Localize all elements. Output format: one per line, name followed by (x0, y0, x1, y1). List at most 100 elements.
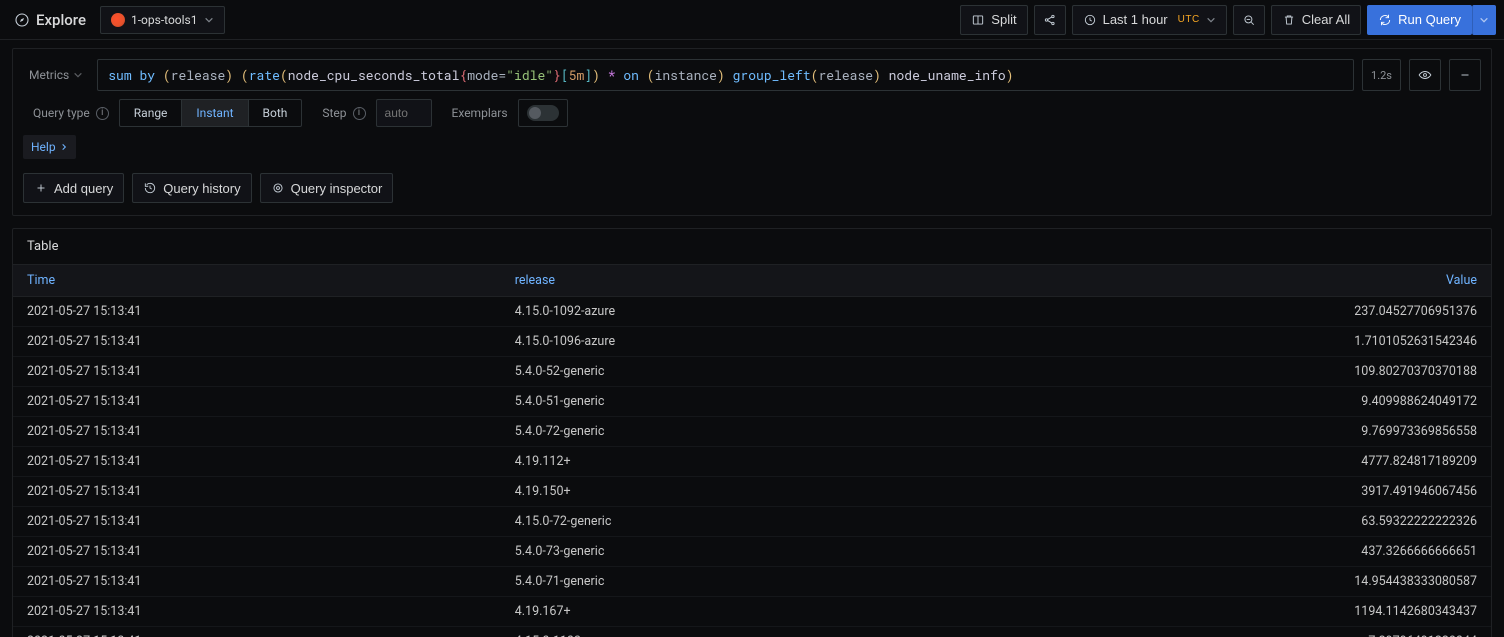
table-row[interactable]: 2021-05-27 15:13:414.19.112+4777.8248171… (13, 447, 1491, 477)
run-query-button[interactable]: Run Query (1367, 5, 1472, 35)
exemplars-toggle[interactable] (518, 99, 568, 127)
cell-time: 2021-05-27 15:13:41 (13, 567, 501, 597)
cell-time: 2021-05-27 15:13:41 (13, 387, 501, 417)
query-editor-panel: Metrics sum by (release) (rate(node_cpu_… (12, 48, 1492, 216)
eye-icon (1418, 68, 1432, 82)
cell-time: 2021-05-27 15:13:41 (13, 417, 501, 447)
history-icon (143, 181, 157, 195)
info-icon[interactable]: i (353, 107, 366, 120)
add-query-button[interactable]: Add query (23, 173, 124, 203)
cell-value: 1.7101052631542346 (988, 327, 1491, 357)
minus-icon (1458, 68, 1472, 82)
cell-value: 1194.1142680343437 (988, 597, 1491, 627)
cell-release: 4.15.0-1096-azure (501, 327, 989, 357)
table-row[interactable]: 2021-05-27 15:13:415.4.0-71-generic14.95… (13, 567, 1491, 597)
inspector-icon (271, 181, 285, 195)
table-panel: Table Time release Value 2021-05-27 15:1… (12, 228, 1492, 637)
eye-toggle-button[interactable] (1409, 59, 1441, 91)
cell-release: 4.15.0-1103-azure (501, 627, 989, 637)
exemplars-label: Exemplars (442, 99, 518, 127)
clear-all-button[interactable]: Clear All (1271, 5, 1361, 35)
cell-value: 9.409988624049172 (988, 387, 1491, 417)
cell-release: 5.4.0-73-generic (501, 537, 989, 567)
cell-release: 5.4.0-51-generic (501, 387, 989, 417)
cell-value: 14.954438333080587 (988, 567, 1491, 597)
cell-time: 2021-05-27 15:13:41 (13, 537, 501, 567)
cell-value: 9.769973369856558 (988, 417, 1491, 447)
cell-value: 7.29796491228044 (988, 627, 1491, 637)
cell-time: 2021-05-27 15:13:41 (13, 357, 501, 387)
trash-icon (1282, 13, 1296, 27)
cell-release: 4.19.167+ (501, 597, 989, 627)
plus-icon (34, 181, 48, 195)
query-mode-picker[interactable]: Metrics (23, 68, 89, 82)
cell-value: 63.59322222222326 (988, 507, 1491, 537)
table-row[interactable]: 2021-05-27 15:13:414.19.167+1194.1142680… (13, 597, 1491, 627)
table-row[interactable]: 2021-05-27 15:13:414.15.0-1092-azure237.… (13, 297, 1491, 327)
cell-value: 4777.824817189209 (988, 447, 1491, 477)
cell-release: 4.19.150+ (501, 477, 989, 507)
datasource-name: 1-ops-tools1 (131, 13, 198, 27)
cell-release: 4.15.0-72-generic (501, 507, 989, 537)
time-range-picker[interactable]: Last 1 hour UTC (1072, 5, 1227, 35)
table-title: Table (13, 229, 1491, 265)
columns-icon (971, 13, 985, 27)
utc-badge: UTC (1178, 14, 1200, 25)
cell-time: 2021-05-27 15:13:41 (13, 447, 501, 477)
table-row[interactable]: 2021-05-27 15:13:414.19.150+3917.4919460… (13, 477, 1491, 507)
cell-time: 2021-05-27 15:13:41 (13, 507, 501, 537)
query-type-label: Query type i (23, 99, 119, 127)
cell-release: 5.4.0-72-generic (501, 417, 989, 447)
table-row[interactable]: 2021-05-27 15:13:415.4.0-72-generic9.769… (13, 417, 1491, 447)
table-row[interactable]: 2021-05-27 15:13:415.4.0-73-generic437.3… (13, 537, 1491, 567)
cell-time: 2021-05-27 15:13:41 (13, 477, 501, 507)
promql-input[interactable]: sum by (release) (rate(node_cpu_seconds_… (97, 59, 1354, 91)
query-latency: 1.2s (1362, 59, 1401, 91)
table-row[interactable]: 2021-05-27 15:13:415.4.0-51-generic9.409… (13, 387, 1491, 417)
chevron-right-icon (60, 143, 68, 151)
query-inspector-button[interactable]: Query inspector (260, 173, 394, 203)
table-row[interactable]: 2021-05-27 15:13:414.15.0-1096-azure1.71… (13, 327, 1491, 357)
compass-icon (14, 12, 30, 28)
table-row[interactable]: 2021-05-27 15:13:415.4.0-52-generic109.8… (13, 357, 1491, 387)
zoom-out-button[interactable] (1233, 5, 1265, 35)
help-link[interactable]: Help (23, 135, 76, 159)
info-icon[interactable]: i (96, 107, 109, 120)
step-label: Step i (312, 99, 375, 127)
run-query-menu-button[interactable] (1472, 5, 1496, 35)
query-history-button[interactable]: Query history (132, 173, 251, 203)
chevron-down-icon (204, 15, 214, 25)
cell-value: 109.80270370370188 (988, 357, 1491, 387)
share-icon (1043, 13, 1057, 27)
query-type-instant[interactable]: Instant (182, 100, 248, 126)
query-type-range[interactable]: Range (120, 100, 183, 126)
col-time[interactable]: Time (13, 265, 501, 297)
cell-time: 2021-05-27 15:13:41 (13, 297, 501, 327)
cell-release: 4.19.112+ (501, 447, 989, 477)
table-row[interactable]: 2021-05-27 15:13:414.15.0-1103-azure7.29… (13, 627, 1491, 637)
query-type-both[interactable]: Both (249, 100, 302, 126)
datasource-picker[interactable]: 1-ops-tools1 (100, 6, 225, 34)
zoom-out-icon (1242, 13, 1256, 27)
cell-time: 2021-05-27 15:13:41 (13, 627, 501, 637)
results-table: Time release Value 2021-05-27 15:13:414.… (13, 265, 1491, 637)
remove-query-button[interactable] (1449, 59, 1481, 91)
cell-value: 437.3266666666651 (988, 537, 1491, 567)
split-button[interactable]: Split (960, 5, 1027, 35)
step-input[interactable] (376, 99, 432, 127)
clock-icon (1083, 13, 1097, 27)
cell-value: 3917.491946067456 (988, 477, 1491, 507)
col-value[interactable]: Value (988, 265, 1491, 297)
table-row[interactable]: 2021-05-27 15:13:414.15.0-72-generic63.5… (13, 507, 1491, 537)
col-release[interactable]: release (501, 265, 989, 297)
cell-time: 2021-05-27 15:13:41 (13, 597, 501, 627)
refresh-icon (1378, 13, 1392, 27)
prometheus-icon (111, 13, 125, 27)
chevron-down-icon (1206, 15, 1216, 25)
topbar: Explore 1-ops-tools1 Split Last 1 hour U… (0, 0, 1504, 40)
cell-release: 5.4.0-71-generic (501, 567, 989, 597)
share-button[interactable] (1034, 5, 1066, 35)
chevron-down-icon (73, 70, 83, 80)
chevron-down-icon (1479, 15, 1489, 25)
cell-release: 5.4.0-52-generic (501, 357, 989, 387)
